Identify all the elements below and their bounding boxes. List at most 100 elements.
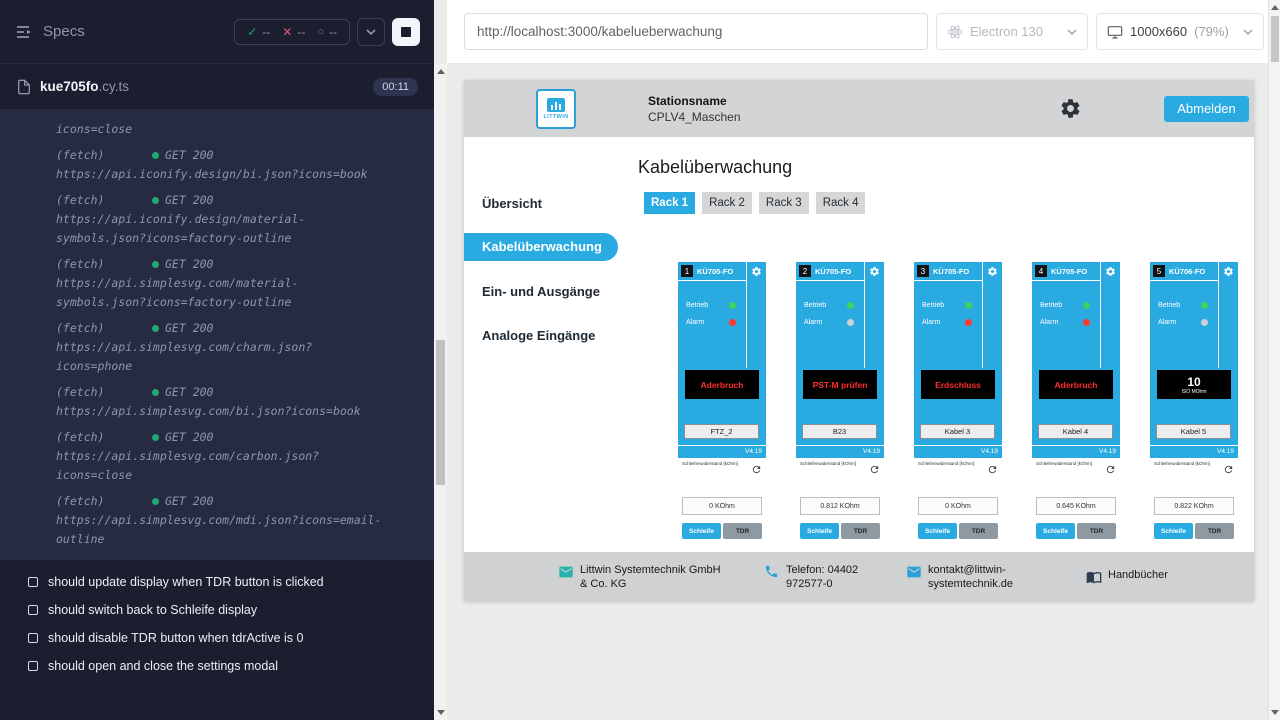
tdr-button[interactable]: TDR <box>1077 523 1116 539</box>
device-settings-icon[interactable] <box>1105 266 1116 277</box>
tab-rack-2[interactable]: Rack 2 <box>702 192 752 214</box>
device-card: 4 KÜ705-FO Betrieb Alarm Aderbruch Kabel… <box>1032 262 1120 544</box>
passed-count: -- <box>262 25 270 39</box>
device-settings-icon[interactable] <box>751 266 762 277</box>
status-dot <box>152 261 159 268</box>
scroll-down-icon[interactable] <box>1271 710 1279 715</box>
test-list: should update display when TDR button is… <box>0 560 434 680</box>
device-settings-icon[interactable] <box>987 266 998 277</box>
alarm-label: Alarm <box>1158 319 1176 326</box>
log-type: (fetch) <box>56 191 152 210</box>
tdr-button[interactable]: TDR <box>959 523 998 539</box>
refresh-icon[interactable] <box>1105 464 1116 475</box>
cable-name: Kabel 3 <box>920 424 995 439</box>
settings-gear-icon[interactable] <box>1059 97 1082 120</box>
stop-button[interactable] <box>392 18 420 46</box>
test-item[interactable]: should update display when TDR button is… <box>0 568 434 596</box>
log-url: https://api.simplesvg.com/charm.json? ic… <box>56 338 418 376</box>
footer-phone: Telefon: 04402 972577-0 <box>764 563 898 591</box>
status-text: Aderbruch <box>1055 380 1098 390</box>
divider <box>796 445 884 446</box>
divider <box>1100 262 1101 368</box>
measurement-panel: Schleifenwiderstand [kOhm] 0 KOhm Schlei… <box>678 458 766 544</box>
scroll-up-icon[interactable] <box>437 69 445 74</box>
log-entry[interactable]: (fetch)GET 200 https://api.simplesvg.com… <box>0 488 434 552</box>
station-label: Stationsname <box>648 93 741 109</box>
divider <box>914 445 1002 446</box>
measurement-value: 0.645 KOhm <box>1036 497 1116 515</box>
device-card: 3 KÜ705-FO Betrieb Alarm Erdschluss Kabe… <box>914 262 1002 544</box>
nav-item-analoge-eingaenge[interactable]: Analoge Eingänge <box>464 321 624 351</box>
refresh-icon[interactable] <box>1223 464 1234 475</box>
test-title: should disable TDR button when tdrActive… <box>48 631 303 645</box>
specs-menu-icon[interactable] <box>14 22 34 42</box>
log-entry[interactable]: (fetch)GET 200 https://api.simplesvg.com… <box>0 315 434 379</box>
passed-icon: ✓ <box>247 25 257 39</box>
tab-rack-1[interactable]: Rack 1 <box>644 192 695 214</box>
scroll-up-icon[interactable] <box>1271 5 1279 10</box>
monitor-icon <box>1107 24 1123 40</box>
measurement-label: Schleifenwiderstand [kOhm] <box>682 461 744 467</box>
betrieb-led <box>847 302 854 309</box>
footer-email[interactable]: kontakt@littwin-systemtechnik.de <box>906 563 1038 591</box>
tab-rack-4[interactable]: Rack 4 <box>816 192 866 214</box>
log-entry[interactable]: (fetch)GET 200 https://api.simplesvg.com… <box>0 424 434 488</box>
cable-name: FTZ_2 <box>684 424 759 439</box>
log-entry[interactable]: (fetch)GET 200 https://api.simplesvg.com… <box>0 251 434 315</box>
measurement-panel: Schleifenwiderstand [kOhm] 0.822 KOhm Sc… <box>1150 458 1238 544</box>
logout-button[interactable]: Abmelden <box>1164 96 1249 122</box>
scroll-down-icon[interactable] <box>437 710 445 715</box>
refresh-icon[interactable] <box>869 464 880 475</box>
divider <box>678 445 766 446</box>
test-item[interactable]: should disable TDR button when tdrActive… <box>0 624 434 652</box>
tdr-button[interactable]: TDR <box>723 523 762 539</box>
email-text: kontakt@littwin-systemtechnik.de <box>928 563 1038 591</box>
nav-item-kabelueberwachung[interactable]: Kabelüberwachung <box>464 233 618 261</box>
device-settings-icon[interactable] <box>1223 266 1234 277</box>
log-entry[interactable]: icons=close <box>0 116 434 142</box>
nav-item-ein-ausgaenge[interactable]: Ein- und Ausgänge <box>464 277 624 307</box>
status-text: 10 <box>1187 375 1200 389</box>
cypress-runner-panel: Specs ✓-- ✕-- ○-- kue705fo.cy.ts 00:11 i… <box>0 0 434 720</box>
sidebar-nav: Übersicht Kabelüberwachung Ein- und Ausg… <box>464 137 624 552</box>
divider <box>914 280 982 281</box>
device-settings-icon[interactable] <box>869 266 880 277</box>
log-entry[interactable]: (fetch)GET 200 https://api.simplesvg.com… <box>0 379 434 424</box>
nav-item-uebersicht[interactable]: Übersicht <box>464 189 624 219</box>
scrollbar-thumb[interactable] <box>436 340 445 485</box>
tab-rack-3[interactable]: Rack 3 <box>759 192 809 214</box>
measurement-value: 0 KOhm <box>682 497 762 515</box>
firmware-version: V4.19 <box>863 448 880 455</box>
betrieb-led <box>965 302 972 309</box>
schleife-button[interactable]: Schleife <box>800 523 839 539</box>
refresh-icon[interactable] <box>987 464 998 475</box>
runner-header: Specs ✓-- ✕-- ○-- <box>0 0 434 64</box>
tdr-button[interactable]: TDR <box>841 523 880 539</box>
specs-label[interactable]: Specs <box>43 23 85 40</box>
schleife-button[interactable]: Schleife <box>1036 523 1075 539</box>
betrieb-label: Betrieb <box>1040 302 1062 309</box>
log-entry[interactable]: (fetch)GET 200 https://api.iconify.desig… <box>0 142 434 187</box>
tdr-button[interactable]: TDR <box>1195 523 1234 539</box>
left-scrollbar[interactable] <box>434 64 447 720</box>
main-content: Kabelüberwachung Rack 1 Rack 2 Rack 3 Ra… <box>624 137 1254 552</box>
test-item[interactable]: should open and close the settings modal <box>0 652 434 680</box>
url-bar[interactable]: http://localhost:3000/kabelueberwachung <box>464 13 928 50</box>
footer-manuals[interactable]: Handbücher <box>1086 568 1168 585</box>
schleife-button[interactable]: Schleife <box>918 523 957 539</box>
right-scrollbar[interactable] <box>1268 0 1280 720</box>
viewport-select[interactable]: 1000x660 (79%) <box>1096 13 1264 50</box>
log-entry[interactable]: (fetch)GET 200 https://api.iconify.desig… <box>0 187 434 251</box>
browser-select[interactable]: Electron 130 <box>936 13 1088 50</box>
scrollbar-thumb[interactable] <box>1271 16 1279 62</box>
cable-name: B23 <box>802 424 877 439</box>
measurement-label: Schleifenwiderstand [kOhm] <box>1154 461 1216 467</box>
measurement-value: 0 KOhm <box>918 497 998 515</box>
spec-file-row[interactable]: kue705fo.cy.ts 00:11 <box>0 64 434 110</box>
alarm-label: Alarm <box>1040 319 1058 326</box>
schleife-button[interactable]: Schleife <box>1154 523 1193 539</box>
collapse-button[interactable] <box>357 18 385 46</box>
schleife-button[interactable]: Schleife <box>682 523 721 539</box>
refresh-icon[interactable] <box>751 464 762 475</box>
test-item[interactable]: should switch back to Schleife display <box>0 596 434 624</box>
